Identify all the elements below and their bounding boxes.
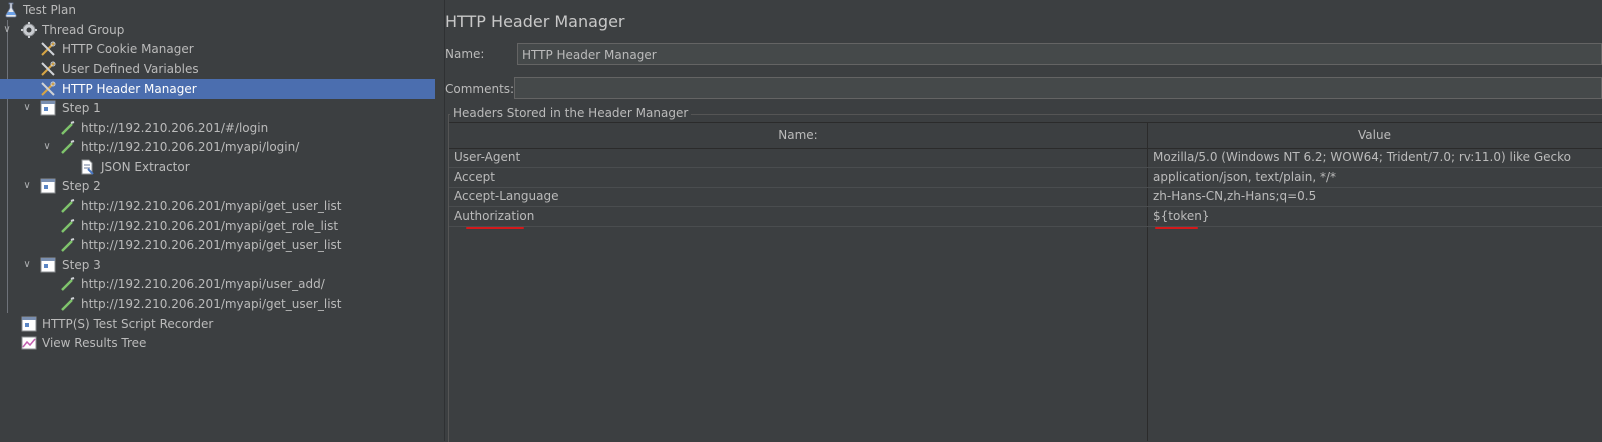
table-row[interactable]: Accept-Language zh-Hans-CN,zh-Hans;q=0.5 — [449, 187, 1602, 207]
controller-icon — [40, 257, 56, 273]
chart-icon — [21, 335, 37, 351]
tree-item-step-1[interactable]: ∨ Step 1 — [0, 98, 435, 118]
tree-item-sampler[interactable]: http://192.210.206.201/myapi/get_user_li… — [0, 294, 435, 314]
flask-icon — [3, 2, 19, 18]
wrench-icon — [40, 81, 56, 97]
tree-item-test-plan[interactable]: Test Plan — [0, 0, 435, 20]
tree-item-label: http://192.210.206.201/myapi/login/ — [81, 140, 300, 154]
header-name-cell[interactable]: Accept — [454, 168, 495, 187]
chevron-down-icon[interactable]: ∨ — [21, 255, 33, 275]
tree-item-sampler[interactable]: http://192.210.206.201/myapi/get_user_li… — [0, 196, 435, 216]
tree-item-recorder[interactable]: HTTP(S) Test Script Recorder — [0, 314, 435, 334]
table-row[interactable]: Authorization ${token} — [449, 207, 1602, 227]
pipette-icon — [60, 198, 76, 214]
gear-icon — [21, 22, 37, 38]
pipette-icon — [60, 120, 76, 136]
controller-icon — [40, 100, 56, 116]
header-name-cell[interactable]: Accept-Language — [454, 187, 558, 206]
comments-label: Comments: — [445, 82, 515, 96]
tree-item-sampler[interactable]: http://192.210.206.201/#/login — [0, 118, 435, 138]
tree-item-header-manager[interactable]: HTTP Header Manager — [0, 79, 435, 99]
pipette-icon — [60, 296, 76, 312]
headers-group-title: Headers Stored in the Header Manager — [450, 106, 692, 120]
header-name-cell[interactable]: User-Agent — [454, 148, 520, 167]
tree-item-label: User Defined Variables — [62, 62, 199, 76]
tree-item-label: http://192.210.206.201/myapi/get_user_li… — [81, 238, 342, 252]
header-value-cell[interactable]: zh-Hans-CN,zh-Hans;q=0.5 — [1153, 187, 1316, 206]
table-row[interactable]: User-Agent Mozilla/5.0 (Windows NT 6.2; … — [449, 148, 1602, 168]
chevron-down-icon[interactable]: ∨ — [21, 176, 33, 196]
extractor-icon — [79, 159, 95, 175]
name-label: Name: — [445, 47, 485, 61]
annotation-underline-token — [1155, 227, 1198, 229]
table-header: Name: Value — [449, 122, 1602, 149]
header-value-cell[interactable]: Mozilla/5.0 (Windows NT 6.2; WOW64; Trid… — [1153, 148, 1571, 167]
tree-item-step-2[interactable]: ∨ Step 2 — [0, 176, 435, 196]
tree-item-label: HTTP(S) Test Script Recorder — [42, 317, 214, 331]
tree-item-label: Step 1 — [62, 101, 101, 115]
controller-icon — [40, 178, 56, 194]
tree-item-sampler[interactable]: http://192.210.206.201/myapi/get_role_li… — [0, 216, 435, 236]
tree-item-thread-group[interactable]: ∨ Thread Group — [0, 20, 435, 40]
tree-item-view-results-tree[interactable]: View Results Tree — [0, 333, 435, 353]
tree-item-sampler[interactable]: http://192.210.206.201/myapi/user_add/ — [0, 274, 435, 294]
tree-item-label: HTTP Cookie Manager — [62, 42, 194, 56]
tree-item-label: http://192.210.206.201/myapi/get_user_li… — [81, 297, 342, 311]
tree-item-label: http://192.210.206.201/#/login — [81, 121, 269, 135]
tree-item-sampler[interactable]: ∨ http://192.210.206.201/myapi/login/ — [0, 137, 435, 157]
pipette-icon — [60, 139, 76, 155]
test-plan-tree[interactable]: Test Plan ∨ Thread Group HTTP Cookie Man… — [0, 0, 436, 441]
header-name-cell[interactable]: Authorization — [454, 207, 534, 226]
name-field[interactable]: HTTP Header Manager — [517, 43, 1602, 65]
tree-item-sampler[interactable]: http://192.210.206.201/myapi/get_user_li… — [0, 235, 435, 255]
chevron-down-icon[interactable]: ∨ — [1, 20, 13, 40]
column-header-name[interactable]: Name: — [449, 123, 1147, 148]
tree-item-json-extractor[interactable]: JSON Extractor — [0, 157, 435, 177]
comments-field[interactable] — [514, 77, 1602, 99]
tree-item-label: http://192.210.206.201/myapi/get_user_li… — [81, 199, 342, 213]
wrench-icon — [40, 61, 56, 77]
table-row[interactable]: Accept application/json, text/plain, */* — [449, 168, 1602, 188]
tree-item-label: http://192.210.206.201/myapi/user_add/ — [81, 277, 325, 291]
recorder-icon — [21, 316, 37, 332]
tree-item-label: View Results Tree — [42, 336, 147, 350]
annotation-underline-authorization — [466, 227, 524, 229]
wrench-icon — [40, 41, 56, 57]
tree-item-label: Step 3 — [62, 258, 101, 272]
tree-item-cookie-manager[interactable]: HTTP Cookie Manager — [0, 39, 435, 59]
pipette-icon — [60, 276, 76, 292]
chevron-down-icon[interactable]: ∨ — [21, 98, 33, 118]
panel-splitter[interactable] — [435, 0, 445, 441]
tree-item-label: JSON Extractor — [101, 160, 190, 174]
tree-item-label: Step 2 — [62, 179, 101, 193]
pipette-icon — [60, 237, 76, 253]
column-header-value[interactable]: Value — [1147, 123, 1602, 148]
tree-item-step-3[interactable]: ∨ Step 3 — [0, 255, 435, 275]
tree-item-label: Test Plan — [23, 3, 76, 17]
headers-table[interactable]: Name: Value User-Agent Mozilla/5.0 (Wind… — [449, 122, 1602, 441]
panel-title: HTTP Header Manager — [445, 12, 625, 31]
header-value-cell[interactable]: application/json, text/plain, */* — [1153, 168, 1336, 187]
header-manager-panel: HTTP Header Manager Name: HTTP Header Ma… — [445, 0, 1602, 442]
pipette-icon — [60, 218, 76, 234]
tree-item-label: HTTP Header Manager — [62, 82, 197, 96]
tree-item-user-defined-variables[interactable]: User Defined Variables — [0, 59, 435, 79]
chevron-down-icon[interactable]: ∨ — [41, 137, 53, 157]
tree-item-label: Thread Group — [42, 23, 125, 37]
header-value-cell[interactable]: ${token} — [1153, 207, 1209, 226]
tree-item-label: http://192.210.206.201/myapi/get_role_li… — [81, 219, 339, 233]
